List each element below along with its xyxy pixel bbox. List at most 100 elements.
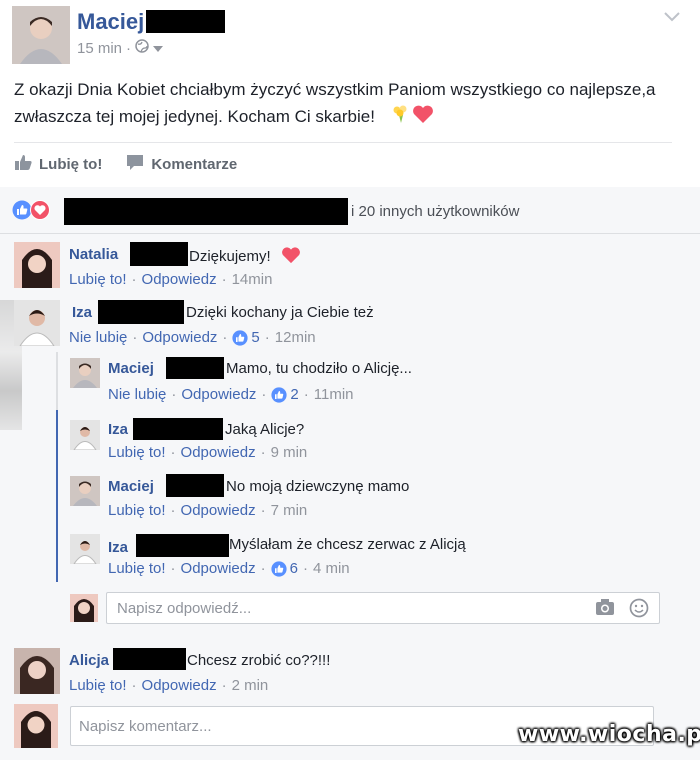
reply-link[interactable]: Odpowiedz <box>181 386 256 403</box>
reply-author[interactable]: Maciej <box>108 360 154 377</box>
like-count-value: 6 <box>289 560 298 577</box>
like-post-label: Lubię to! <box>39 155 103 173</box>
reply-thread-line-active <box>56 410 58 582</box>
comment-text-content: Dziękujemy! <box>189 247 271 265</box>
redacted-surname <box>146 10 225 33</box>
camera-icon[interactable] <box>595 598 615 622</box>
current-user-avatar <box>70 594 98 622</box>
reply-link[interactable]: Odpowiedz <box>142 677 217 694</box>
comment-post-label: Komentarze <box>151 155 238 173</box>
redacted-surname <box>136 534 229 557</box>
like-count-icon <box>232 329 249 346</box>
comment-time[interactable]: 2 min <box>232 677 269 694</box>
like-reply-link[interactable]: Lubię to! <box>108 560 166 577</box>
like-reply-link[interactable]: Lubię to! <box>108 502 166 519</box>
reply-author-avatar[interactable] <box>70 476 100 506</box>
post-author-avatar[interactable] <box>12 6 70 64</box>
like-count-value: 2 <box>290 386 299 403</box>
like-comment-link[interactable]: Lubię to! <box>69 271 127 288</box>
comment-text: Chcesz zrobić co??!!! <box>187 652 331 669</box>
heart-emoji-icon <box>281 246 301 268</box>
reply-author[interactable]: Iza <box>108 539 128 556</box>
reactions-others-link[interactable]: i 20 innych użytkowników <box>351 203 519 220</box>
reply-author-avatar[interactable] <box>70 358 100 388</box>
thumbs-up-icon <box>14 154 32 175</box>
comment-bubble-icon <box>126 154 144 175</box>
post-author-name[interactable]: Maciej <box>77 9 144 35</box>
comments-divider <box>0 638 700 639</box>
redacted-surname <box>133 418 223 440</box>
emoji-icon[interactable] <box>629 598 649 622</box>
reply-actions: Lubię to! · Odpowiedz · 6 · 4 min <box>108 560 350 577</box>
site-watermark: www.wiocha.pl <box>518 722 700 747</box>
post-body: Z okazji Dnia Kobiet chciałbym życzyć ws… <box>14 76 674 132</box>
comment-author[interactable]: Alicja <box>69 652 109 669</box>
redacted-surname <box>113 648 186 670</box>
reply-link[interactable]: Odpowiedz <box>181 502 256 519</box>
love-reaction-icon <box>30 200 50 225</box>
like-comment-link[interactable]: Lubię to! <box>69 677 127 694</box>
reply-input[interactable]: Napisz odpowiedź... <box>106 592 660 624</box>
reply-link[interactable]: Odpowiedz <box>142 329 217 346</box>
reply-author[interactable]: Iza <box>108 421 128 438</box>
reply-like-count[interactable]: 6 <box>270 560 298 577</box>
redacted-reactors <box>64 198 348 225</box>
like-count-icon <box>270 560 287 577</box>
reply-time[interactable]: 9 min <box>271 444 308 461</box>
comment-like-count[interactable]: 5 <box>232 329 260 346</box>
reply-link[interactable]: Odpowiedz <box>181 560 256 577</box>
reply-actions: Lubię to! · Odpowiedz · 9 min <box>108 444 308 461</box>
reply-text: No moją dziewczynę mamo <box>226 478 410 495</box>
redacted-surname <box>166 357 224 379</box>
reply-text: Myślałam że chcesz zerwac z Alicją <box>229 536 466 553</box>
reply-text: Jaką Alicje? <box>225 421 305 438</box>
bouquet-emoji-icon <box>390 104 412 132</box>
reactions-summary[interactable] <box>12 200 50 225</box>
commenter-avatar[interactable] <box>14 300 60 346</box>
current-user-avatar <box>14 704 58 748</box>
reply-input-icons <box>595 598 649 622</box>
post-body-text: Z okazji Dnia Kobiet chciałbym życzyć ws… <box>14 80 656 126</box>
reply-input-placeholder: Napisz odpowiedź... <box>117 600 252 617</box>
post-time[interactable]: 15 min <box>77 40 122 57</box>
comment-time[interactable]: 14min <box>232 271 273 288</box>
reply-author-avatar[interactable] <box>70 534 100 564</box>
commenter-avatar[interactable] <box>14 648 60 694</box>
comment-time[interactable]: 12min <box>275 329 316 346</box>
commenter-avatar[interactable] <box>14 242 60 288</box>
unlike-reply-link[interactable]: Nie lubię <box>108 386 166 403</box>
post-action-bar: Lubię to! Komentarze <box>14 150 237 178</box>
reply-time[interactable]: 4 min <box>313 560 350 577</box>
reply-actions: Nie lubię · Odpowiedz · 2 · 11min <box>108 386 354 403</box>
comment-input-placeholder: Napisz komentarz... <box>79 718 212 735</box>
reply-time[interactable]: 11min <box>314 386 354 403</box>
reply-thread-line <box>56 352 58 410</box>
reply-time[interactable]: 7 min <box>271 502 308 519</box>
redacted-surname <box>98 300 184 324</box>
post-divider <box>14 142 672 143</box>
comment-actions: Nie lubię · Odpowiedz · 5 · 12min <box>69 329 316 346</box>
audience-dropdown-icon[interactable] <box>153 40 164 57</box>
comment-text: Dziękujemy! <box>189 246 301 268</box>
facebook-post: Maciej 15 min · Z okazji Dnia Kobiet chc… <box>0 0 700 760</box>
redacted-surname <box>130 242 188 266</box>
reply-text: Mamo, tu chodziło o Alicję... <box>226 360 412 377</box>
like-count-icon <box>271 386 288 403</box>
reply-link[interactable]: Odpowiedz <box>142 271 217 288</box>
like-reaction-icon <box>12 200 32 225</box>
like-post-button[interactable]: Lubię to! <box>14 154 102 175</box>
unlike-comment-link[interactable]: Nie lubię <box>69 329 127 346</box>
audience-globe-icon[interactable] <box>135 39 149 57</box>
like-reply-link[interactable]: Lubię to! <box>108 444 166 461</box>
reply-author-avatar[interactable] <box>70 420 100 450</box>
reply-author[interactable]: Maciej <box>108 478 154 495</box>
comment-author[interactable]: Natalia <box>69 246 118 263</box>
reply-actions: Lubię to! · Odpowiedz · 7 min <box>108 502 308 519</box>
comment-post-button[interactable]: Komentarze <box>126 154 237 175</box>
reply-like-count[interactable]: 2 <box>271 386 299 403</box>
meta-separator: · <box>126 39 132 57</box>
post-meta: 15 min · <box>77 39 164 57</box>
reply-link[interactable]: Odpowiedz <box>181 444 256 461</box>
comment-author[interactable]: Iza <box>72 304 92 321</box>
post-options-chevron-icon[interactable] <box>664 10 680 28</box>
